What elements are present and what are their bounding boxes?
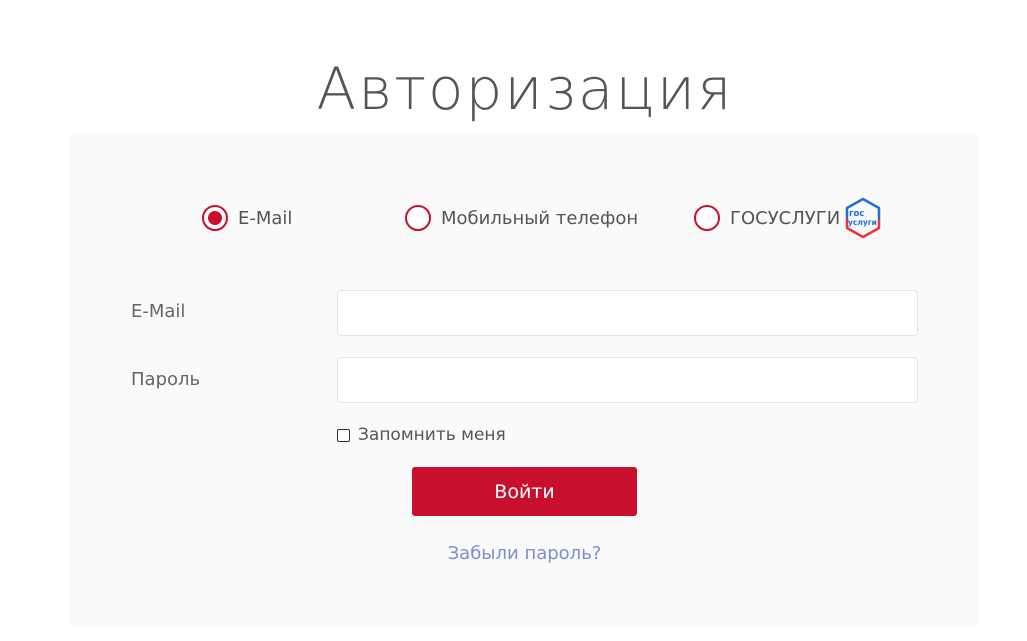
gosuslugi-logo-icon: гос услуги xyxy=(845,197,881,239)
remember-me-checkbox[interactable] xyxy=(337,428,350,442)
auth-method-email-label: E-Mail xyxy=(238,207,293,229)
auth-method-gosuslugi[interactable]: ГОСУСЛУГИ гос услуги xyxy=(694,195,882,241)
auth-method-email[interactable]: E-Mail xyxy=(202,203,292,233)
password-input[interactable] xyxy=(337,357,918,403)
email-input[interactable] xyxy=(337,290,918,336)
remember-me[interactable]: Запомнить меня xyxy=(337,425,506,445)
email-label: E-Mail xyxy=(131,301,186,322)
login-card: E-Mail Мобильный телефон ГОСУСЛУГИ гос у… xyxy=(68,135,980,625)
radio-gosuslugi[interactable] xyxy=(694,205,720,231)
gos-logo-line2: услуги xyxy=(848,218,877,227)
auth-method-gosuslugi-label: ГОСУСЛУГИ xyxy=(730,207,841,229)
login-button[interactable]: Войти xyxy=(412,467,637,516)
remember-me-label: Запомнить меня xyxy=(358,425,506,445)
password-label: Пароль xyxy=(131,369,201,390)
auth-method-phone-label: Мобильный телефон xyxy=(441,207,639,229)
page-title: Авторизация xyxy=(316,54,734,123)
radio-email[interactable] xyxy=(202,205,228,231)
radio-selected-dot xyxy=(208,211,222,225)
forgot-password-link[interactable]: Забыли пароль? xyxy=(412,543,637,564)
radio-phone[interactable] xyxy=(405,205,431,231)
auth-method-phone[interactable]: Мобильный телефон xyxy=(405,203,638,233)
